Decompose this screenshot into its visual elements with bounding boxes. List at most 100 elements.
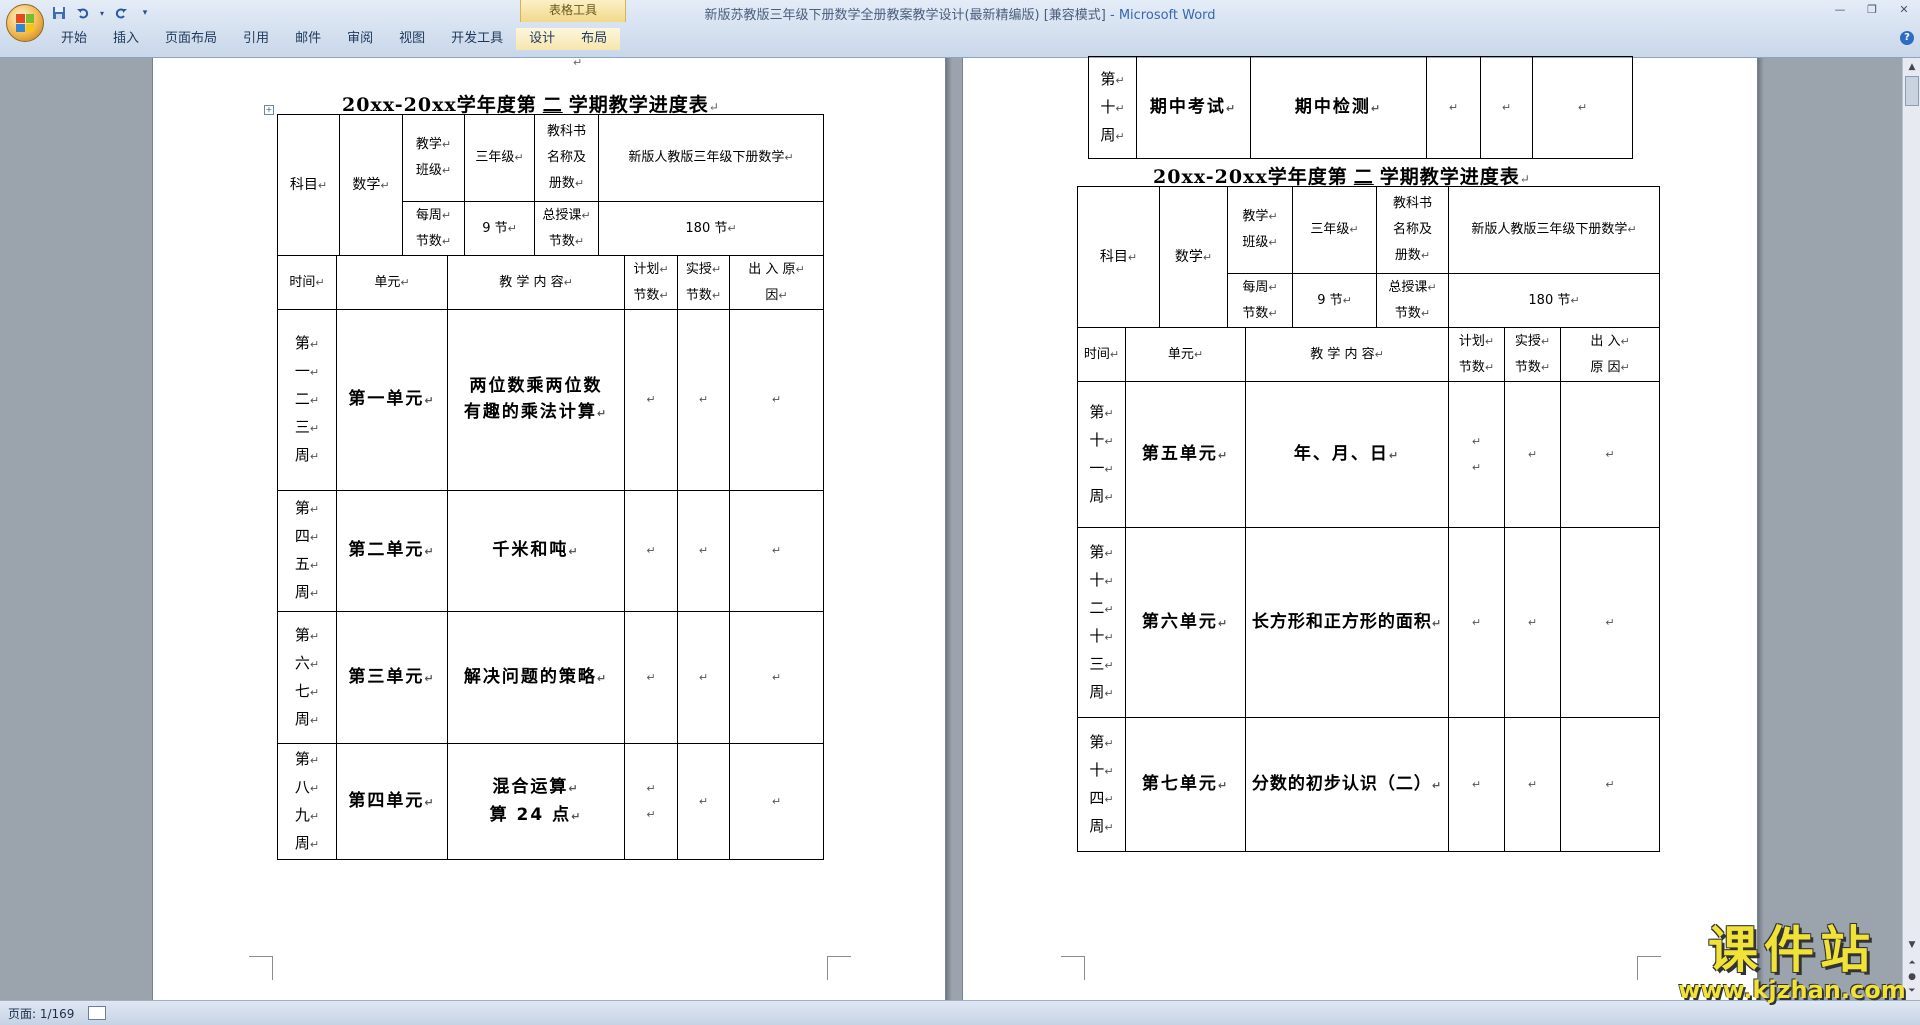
- weekly-value[interactable]: 9 节↵: [464, 201, 535, 256]
- subject-label: 科目↵: [1077, 186, 1160, 328]
- row-plan[interactable]: ↵ ↵: [624, 743, 678, 860]
- row-reason[interactable]: ↵: [1560, 717, 1660, 852]
- row-content[interactable]: 两位数乘两位数 有趣的乘法计算↵: [447, 309, 625, 491]
- title-mid: 学年度第: [1267, 166, 1348, 188]
- title-bar: ▾ ▾ 表格工具 新版苏教版三年级下册数学全册教案教学设计(最新精编版) [兼容…: [0, 0, 1920, 58]
- book-value[interactable]: 新版人教版三年级下册数学↵: [598, 114, 824, 202]
- row-reason[interactable]: ↵: [1532, 56, 1633, 159]
- row-plan[interactable]: ↵: [624, 309, 678, 491]
- book-label: 教科书 名称及 册数↵: [1376, 186, 1449, 274]
- maximize-icon[interactable]: ❐: [1864, 2, 1880, 16]
- row-unit[interactable]: 第四单元↵: [336, 743, 448, 860]
- table-row: 第↵ 十↵ 四↵ 周↵ 第七单元↵ 分数的初步认识（二）↵ ↵ ↵ ↵: [1077, 717, 1660, 852]
- document-page-2[interactable]: 第↵ 十↵ 周↵ 期中考试↵ 期中检测↵ ↵ ↵ ↵ 20xx-20xx学年度第二学…: [962, 56, 1758, 1000]
- row-weeks[interactable]: 第↵ 十↵ 四↵ 周↵: [1077, 717, 1126, 852]
- save-icon[interactable]: [50, 4, 68, 22]
- row-actual[interactable]: ↵: [1504, 527, 1561, 718]
- total-value[interactable]: 180 节↵: [598, 201, 824, 256]
- column-unit: 单元↵: [336, 255, 448, 310]
- row-actual[interactable]: ↵: [1480, 56, 1533, 159]
- row-content[interactable]: 长方形和正方形的面积↵: [1245, 527, 1449, 718]
- vertical-scrollbar[interactable]: ▲ ▼ ⏶ ● ⏷: [1902, 58, 1920, 1000]
- help-icon[interactable]: ?: [1900, 31, 1914, 45]
- dropdown-icon[interactable]: ▾: [98, 4, 106, 22]
- row-weeks[interactable]: 第↵ 八↵ 九↵ 周↵: [277, 743, 337, 860]
- row-actual[interactable]: ↵: [677, 490, 730, 612]
- page-count[interactable]: 页面: 1/169: [8, 1005, 74, 1022]
- paragraph-mark: ↵: [708, 100, 720, 114]
- document-status-icon[interactable]: [88, 1006, 106, 1020]
- row-actual[interactable]: ↵: [1504, 717, 1561, 852]
- tab-table-design[interactable]: 设计: [516, 28, 569, 50]
- row-actual[interactable]: ↵: [1504, 381, 1561, 528]
- row-content[interactable]: 分数的初步认识（二）↵: [1245, 717, 1449, 852]
- row-unit[interactable]: 第七单元↵: [1125, 717, 1246, 852]
- row-unit[interactable]: 第一单元↵: [336, 309, 448, 491]
- row-plan[interactable]: ↵: [1426, 56, 1481, 159]
- undo-icon[interactable]: [74, 4, 92, 22]
- redo-icon[interactable]: [112, 4, 130, 22]
- weekly-value[interactable]: 9 节↵: [1292, 273, 1377, 328]
- tab-review[interactable]: 审阅: [334, 28, 386, 50]
- row-weeks[interactable]: 第↵ 十↵ 二↵ 十↵ 三↵ 周↵: [1077, 527, 1126, 718]
- tab-view[interactable]: 视图: [386, 28, 438, 50]
- row-actual[interactable]: ↵: [677, 611, 730, 744]
- row-content[interactable]: 千米和吨↵: [447, 490, 625, 612]
- row-content[interactable]: 混合运算↵ 算 24 点↵: [447, 743, 625, 860]
- row-weeks[interactable]: 第↵ 一↵ 二↵ 三↵ 周↵: [277, 309, 337, 491]
- status-bar: 页面: 1/169: [0, 1000, 1920, 1025]
- tab-home[interactable]: 开始: [48, 28, 100, 50]
- row-weeks[interactable]: 第↵ 四↵ 五↵ 周↵: [277, 490, 337, 612]
- total-value[interactable]: 180 节↵: [1448, 273, 1660, 328]
- title-term: 二: [542, 94, 563, 116]
- close-icon[interactable]: ✕: [1896, 2, 1912, 16]
- row-plan[interactable]: ↵: [624, 611, 678, 744]
- row-reason[interactable]: ↵: [1560, 381, 1660, 528]
- row-reason[interactable]: ↵: [1560, 527, 1660, 718]
- paragraph-mark: ↵: [573, 56, 583, 69]
- tab-developer[interactable]: 开发工具: [438, 28, 516, 50]
- quick-access-toolbar: ▾ ▾: [50, 3, 154, 23]
- scroll-up-icon[interactable]: ▲: [1905, 60, 1919, 74]
- row-actual[interactable]: ↵: [677, 309, 730, 491]
- row-weeks[interactable]: 第↵ 十↵ 周↵: [1088, 56, 1137, 159]
- tab-page-layout[interactable]: 页面布局: [152, 28, 230, 50]
- minimize-icon[interactable]: —: [1832, 2, 1848, 16]
- office-button[interactable]: [6, 4, 44, 42]
- document-title: 新版苏教版三年级下册数学全册教案教学设计(最新精编版) [兼容模式]: [704, 8, 1106, 23]
- row-reason[interactable]: ↵: [729, 743, 824, 860]
- subject-value[interactable]: 数学↵: [1159, 186, 1228, 328]
- row-unit[interactable]: 第三单元↵: [336, 611, 448, 744]
- row-unit[interactable]: 期中考试↵: [1136, 56, 1251, 159]
- row-content[interactable]: 期中检测↵: [1250, 56, 1427, 159]
- tab-mailings[interactable]: 邮件: [282, 28, 334, 50]
- margin-corner-mark: [1637, 956, 1661, 980]
- class-value[interactable]: 三年级↵: [1292, 186, 1377, 274]
- row-content[interactable]: 解决问题的策略↵: [447, 611, 625, 744]
- scrollbar-thumb[interactable]: [1905, 76, 1919, 106]
- book-value[interactable]: 新版人教版三年级下册数学↵: [1448, 186, 1660, 274]
- document-page-1[interactable]: ↵ 20xx-20xx学年度第二学期教学进度表↵ + 科目↵ 数学↵ 教学↵ 班级…: [152, 56, 946, 1000]
- class-value[interactable]: 三年级↵: [464, 114, 535, 202]
- row-weeks[interactable]: 第↵ 六↵ 七↵ 周↵: [277, 611, 337, 744]
- table-move-handle-icon[interactable]: +: [264, 105, 274, 115]
- row-weeks[interactable]: 第↵ 十↵ 一↵ 周↵: [1077, 381, 1126, 528]
- row-plan[interactable]: ↵: [1448, 717, 1505, 852]
- customize-toolbar-icon[interactable]: ▾: [136, 4, 154, 22]
- row-actual[interactable]: ↵: [677, 743, 730, 860]
- row-plan[interactable]: ↵: [1448, 527, 1505, 718]
- row-reason[interactable]: ↵: [729, 309, 824, 491]
- subject-value[interactable]: 数学↵: [339, 114, 403, 256]
- row-plan[interactable]: ↵: [624, 490, 678, 612]
- tab-table-layout[interactable]: 布局: [568, 28, 621, 50]
- table-row: 第↵ 十↵ 周↵ 期中考试↵ 期中检测↵ ↵ ↵ ↵: [1088, 56, 1633, 159]
- row-plan[interactable]: ↵ ↵: [1448, 381, 1505, 528]
- tab-insert[interactable]: 插入: [100, 28, 152, 50]
- row-reason[interactable]: ↵: [729, 611, 824, 744]
- tab-references[interactable]: 引用: [230, 28, 282, 50]
- row-unit[interactable]: 第二单元↵: [336, 490, 448, 612]
- row-content[interactable]: 年、月、日↵: [1245, 381, 1449, 528]
- row-unit[interactable]: 第六单元↵: [1125, 527, 1246, 718]
- row-unit[interactable]: 第五单元↵: [1125, 381, 1246, 528]
- row-reason[interactable]: ↵: [729, 490, 824, 612]
